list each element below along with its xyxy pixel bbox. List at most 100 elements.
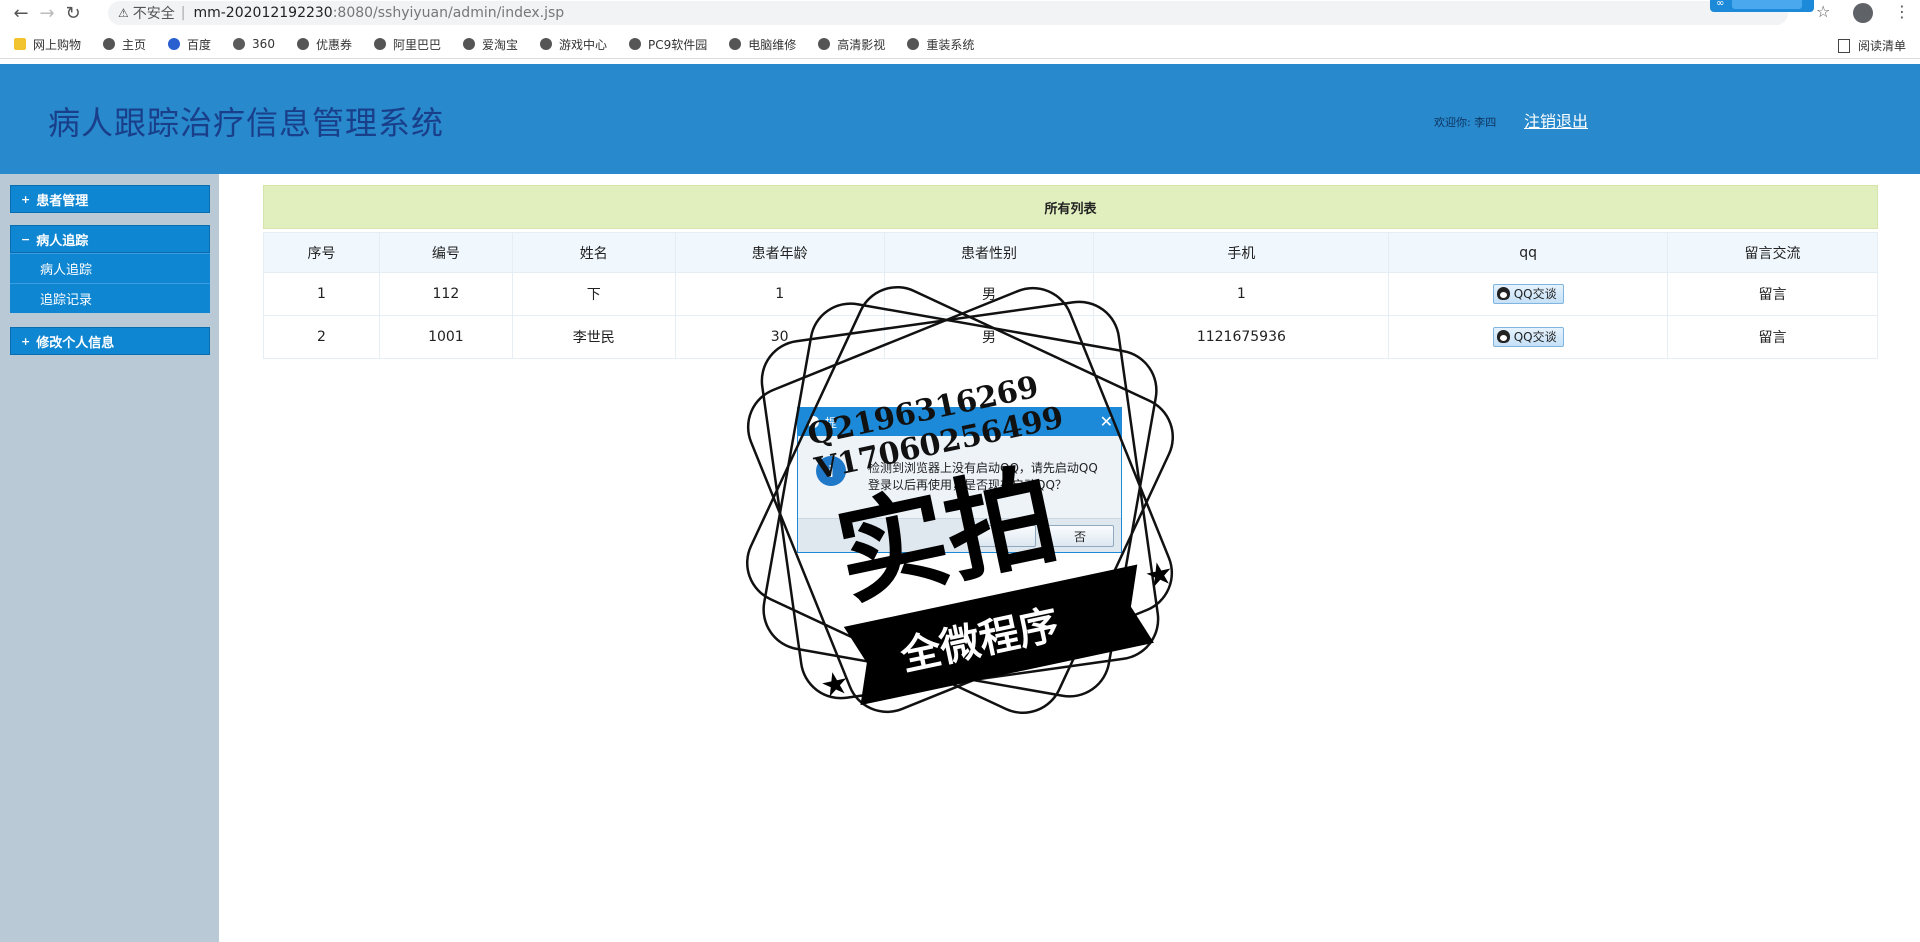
qq-prompt-dialog: 提 ✕ i 检测到浏览器上没有启动QQ，请先启动QQ登录以后再使用，是否现在启动… [797, 407, 1122, 553]
sidebar-subitem-tracking-records[interactable]: 追踪记录 [10, 283, 210, 313]
globe-icon [629, 38, 642, 50]
app-header: 病人跟踪治疗信息管理系统 欢迎你: 李四 注销退出 [0, 64, 1920, 174]
sidebar-subitem-tracking[interactable]: 病人追踪 [10, 253, 210, 283]
bookmark-item[interactable]: 阿里巴巴 [373, 36, 441, 53]
bookmark-item[interactable]: 爱淘宝 [462, 36, 518, 53]
profile-avatar[interactable] [1853, 3, 1873, 23]
cell-message: 留言 [1667, 272, 1878, 316]
watermark-ribbon-text: 全微程序 [896, 602, 1063, 680]
main-content: 所有列表 序号 编号 姓名 患者年龄 患者性别 手机 qq 留言交流 1 112… [263, 185, 1878, 359]
back-icon[interactable]: ← [8, 1, 34, 27]
warning-icon: ⚠ [118, 6, 129, 20]
cell-code: 112 [378, 272, 513, 316]
sidebar-item-patient-tracking[interactable]: − 病人追踪 [10, 225, 210, 253]
bookmark-item[interactable]: PC9软件园 [629, 36, 707, 53]
bookmark-item[interactable]: 百度 [168, 36, 211, 53]
table-title: 所有列表 [263, 185, 1878, 229]
baidu-icon [168, 38, 181, 50]
column-header: 患者年龄 [674, 232, 885, 273]
globe-icon [462, 38, 475, 50]
table-row: 2 1001 李世民 30 男 1121675936 QQ交谈 留言 [263, 315, 1878, 359]
page-title: 病人跟踪治疗信息管理系统 [48, 104, 445, 142]
menu-icon[interactable]: ⋮ [1894, 2, 1910, 21]
table-row: 1 112 下 1 男 1 QQ交谈 留言 [263, 272, 1878, 316]
column-header: qq [1388, 232, 1669, 273]
globe-icon [818, 38, 831, 50]
sidebar-group-patients: + 患者管理 [10, 185, 210, 213]
sidebar-group-profile: + 修改个人信息 [10, 327, 210, 355]
sidebar-item-patient-management[interactable]: + 患者管理 [10, 185, 210, 213]
dialog-footer: 否 [798, 518, 1121, 552]
bookmark-item[interactable]: 360 [233, 37, 275, 51]
globe-icon [296, 38, 309, 50]
dialog-yes-button[interactable] [968, 525, 1036, 547]
sidebar: + 患者管理 − 病人追踪 病人追踪 追踪记录 + 修改个人信息 [0, 174, 219, 942]
bookmark-item[interactable]: 电脑维修 [729, 36, 796, 53]
close-icon[interactable]: ✕ [1100, 412, 1113, 431]
insecure-label: 不安全 [132, 6, 175, 22]
star-icon: ★ [1141, 553, 1177, 596]
url-path: :8080/sshyiyuan/admin/index.jsp [332, 5, 565, 21]
url-host: mm-202012192230 [193, 5, 333, 21]
bookmark-item[interactable]: 优惠券 [296, 36, 352, 53]
cell-seq: 1 [263, 272, 380, 316]
cell-message: 留言 [1667, 315, 1878, 359]
watermark-ribbon [843, 564, 1154, 706]
star-icon: ★ [817, 662, 853, 705]
column-header: 姓名 [511, 232, 676, 273]
360-icon [233, 38, 246, 50]
extension-badge[interactable]: ∞ [1710, 0, 1814, 12]
cell-age: 30 [674, 315, 885, 359]
cell-gender: 男 [883, 315, 1095, 359]
reload-icon[interactable]: ↻ [60, 1, 86, 27]
bookmarks-bar: 网上购物 主页 百度 360 优惠券 阿里巴巴 爱淘宝 游戏中心 PC9软件园 … [0, 30, 1920, 59]
url-input[interactable]: ⚠ 不安全 | mm-202012192230:8080/sshyiyuan/a… [108, 1, 1788, 25]
welcome-text: 欢迎你: 李四 [1434, 116, 1497, 129]
browser-address-bar: ← → ↻ ⚠ 不安全 | mm-202012192230:8080/sshyi… [0, 0, 1920, 27]
sidebar-group-tracking: − 病人追踪 病人追踪 追踪记录 [10, 225, 210, 313]
column-header: 编号 [378, 232, 513, 273]
cell-gender: 男 [883, 272, 1095, 316]
cell-name: 下 [511, 272, 676, 316]
globe-icon [729, 38, 742, 50]
cell-phone: 1121675936 [1093, 315, 1390, 359]
globe-icon [373, 38, 386, 50]
cell-qq: QQ交谈 [1388, 315, 1669, 359]
message-link[interactable]: 留言 [1759, 287, 1787, 303]
cell-age: 1 [674, 272, 885, 316]
logout-link[interactable]: 注销退出 [1524, 108, 1588, 132]
bookmark-item[interactable]: 高清影视 [818, 36, 885, 53]
bookmark-item[interactable]: 重装系统 [907, 36, 974, 53]
globe-icon [540, 38, 552, 50]
sidebar-item-edit-profile[interactable]: + 修改个人信息 [10, 327, 210, 355]
column-header: 手机 [1093, 232, 1390, 273]
cell-code: 1001 [378, 315, 513, 359]
qq-chat-button[interactable]: QQ交谈 [1492, 283, 1564, 304]
extension-icon: ∞ [1716, 0, 1725, 9]
bookmark-item[interactable]: 游戏中心 [540, 36, 607, 53]
info-icon: i [816, 456, 846, 486]
message-link[interactable]: 留言 [1759, 330, 1787, 346]
patient-table: 序号 编号 姓名 患者年龄 患者性别 手机 qq 留言交流 1 112 下 1 … [263, 232, 1878, 359]
column-header: 序号 [263, 232, 380, 273]
table-header-row: 序号 编号 姓名 患者年龄 患者性别 手机 qq 留言交流 [263, 232, 1878, 273]
reading-list-icon [1837, 38, 1850, 53]
cell-phone: 1 [1093, 272, 1390, 316]
bookmark-item[interactable]: 主页 [103, 36, 146, 53]
dialog-title: 提 [825, 415, 838, 430]
cell-qq: QQ交谈 [1388, 272, 1669, 316]
dialog-header: 提 [798, 408, 1121, 436]
qq-penguin-icon [1496, 330, 1510, 344]
dialog-no-button[interactable]: 否 [1046, 525, 1114, 547]
reading-list-button[interactable]: 阅读清单 [1837, 37, 1906, 54]
globe-icon [103, 38, 116, 50]
bookmark-item[interactable]: 网上购物 [14, 36, 81, 53]
forward-icon[interactable]: → [34, 1, 60, 27]
bookmark-star-icon[interactable]: ☆ [1816, 2, 1830, 21]
column-header: 留言交流 [1667, 232, 1878, 273]
dialog-message: 检测到浏览器上没有启动QQ，请先启动QQ登录以后再使用，是否现在启动QQ？ [868, 461, 1098, 492]
folder-icon [14, 38, 26, 50]
cell-seq: 2 [263, 315, 380, 359]
globe-icon [907, 38, 920, 50]
qq-chat-button[interactable]: QQ交谈 [1492, 326, 1564, 347]
